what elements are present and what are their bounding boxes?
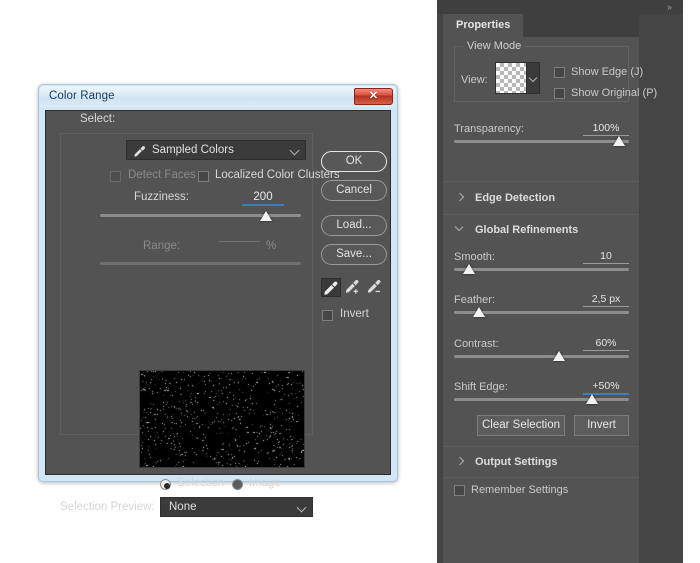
smooth-slider-track[interactable]	[454, 268, 629, 271]
feather-slider-thumb[interactable]	[473, 307, 485, 317]
shift-edge-slider-thumb[interactable]	[586, 394, 598, 404]
smooth-slider-thumb[interactable]	[463, 264, 475, 274]
view-dropdown-button[interactable]	[527, 62, 540, 94]
invert-checkbox[interactable]	[322, 310, 333, 321]
selection-preview-thumbnail[interactable]	[139, 370, 305, 468]
chevron-down-icon	[296, 502, 307, 513]
chevron-down-icon	[289, 145, 300, 156]
dialog-body: Select: Sampled Colors Detect Faces Loca…	[45, 110, 391, 517]
detect-faces-checkbox	[110, 171, 121, 182]
range-unit-label: %	[266, 240, 277, 252]
view-label: View:	[461, 74, 488, 86]
selection-preview-value: None	[169, 501, 197, 513]
transparency-label: Transparency:	[454, 123, 524, 135]
edge-detection-title[interactable]: Edge Detection	[475, 192, 555, 204]
smooth-label: Smooth:	[454, 251, 495, 263]
preview-mode-selection-radio[interactable]	[160, 479, 171, 490]
collapse-panels-icon[interactable]: »	[667, 3, 672, 12]
edge-detection-disclosure-icon[interactable]	[455, 192, 465, 202]
select-label: Select:	[80, 113, 116, 125]
color-range-dialog: Color Range ✕ Select: Sampled Colors Det…	[38, 84, 398, 517]
save-button[interactable]: Save...	[321, 244, 387, 265]
contrast-label: Contrast:	[454, 338, 499, 350]
select-dropdown[interactable]: Sampled Colors	[126, 140, 306, 160]
eyedropper-icon	[324, 281, 338, 295]
contrast-value[interactable]: 60%	[583, 337, 629, 351]
global-refinements-title[interactable]: Global Refinements	[475, 224, 578, 236]
dialog-title: Color Range	[49, 90, 115, 102]
ok-button[interactable]: OK	[321, 151, 387, 172]
show-edge-label: Show Edge (J)	[571, 66, 644, 78]
show-original-checkbox[interactable]	[554, 88, 565, 99]
panel-tabstrip: Properties	[443, 14, 639, 37]
tab-properties[interactable]: Properties	[443, 14, 524, 37]
cancel-button[interactable]: Cancel	[321, 180, 387, 201]
contrast-slider-thumb[interactable]	[553, 351, 565, 361]
localized-color-clusters-label: Localized Color Clusters	[215, 169, 340, 181]
shift-edge-slider-track[interactable]	[454, 398, 629, 401]
preview-mode-image-label: Image	[249, 477, 281, 489]
eyedropper-icon	[134, 146, 146, 157]
shift-edge-value[interactable]: +50%	[583, 380, 629, 395]
selection-preview-label: Selection Preview:	[60, 501, 155, 513]
properties-panel: » Properties View Mode View: Show Edge (…	[437, 0, 683, 563]
shift-edge-label: Shift Edge:	[454, 381, 508, 393]
screen-root: Color Range ✕ Select: Sampled Colors Det…	[0, 0, 700, 563]
divider	[443, 181, 639, 182]
eyedropper-plus-icon	[345, 279, 359, 294]
remember-settings-checkbox[interactable]	[454, 485, 465, 496]
output-settings-disclosure-icon[interactable]	[455, 456, 465, 466]
invert-label: Invert	[340, 308, 369, 320]
divider	[443, 214, 639, 215]
localized-color-clusters-checkbox[interactable]	[198, 171, 209, 182]
detect-faces-label: Detect Faces	[128, 169, 196, 181]
contrast-slider-track[interactable]	[454, 355, 629, 358]
divider	[443, 477, 639, 478]
transparency-slider-thumb[interactable]	[613, 136, 625, 146]
show-edge-checkbox[interactable]	[554, 67, 565, 78]
eyedropper-minus-icon	[367, 279, 381, 293]
feather-label: Feather:	[454, 294, 495, 306]
preview-mode-selection-label: Selection	[177, 477, 225, 489]
output-settings-title[interactable]: Output Settings	[475, 456, 558, 468]
remember-settings-label: Remember Settings	[471, 484, 569, 496]
view-swatch[interactable]	[495, 62, 527, 94]
clear-selection-button[interactable]: Clear Selection	[477, 415, 565, 436]
global-refinements-disclosure-icon[interactable]	[454, 222, 464, 232]
range-label: Range:	[143, 240, 181, 252]
eyedropper-subtract-tool[interactable]	[365, 278, 385, 297]
selection-preview-dropdown[interactable]: None	[160, 497, 313, 517]
load-button[interactable]: Load...	[321, 215, 387, 236]
panel-topbar: »	[437, 0, 683, 14]
feather-value[interactable]: 2,5 px	[583, 293, 629, 307]
preview-mode-image-radio[interactable]	[232, 479, 243, 490]
eyedropper-add-tool[interactable]	[343, 278, 363, 297]
dialog-titlebar[interactable]: Color Range ✕	[40, 86, 396, 107]
show-original-label: Show Original (P)	[571, 87, 658, 99]
range-value	[218, 240, 260, 242]
fuzziness-value[interactable]: 200	[242, 191, 284, 206]
close-icon[interactable]: ✕	[354, 88, 393, 105]
view-mode-group-title: View Mode	[463, 40, 526, 52]
eyedropper-tool[interactable]	[321, 278, 341, 297]
fuzziness-label: Fuzziness:	[134, 191, 189, 203]
chevron-down-icon	[528, 73, 538, 83]
transparency-value[interactable]: 100%	[583, 122, 629, 136]
smooth-value[interactable]: 10	[583, 250, 629, 264]
panel-invert-button[interactable]: Invert	[574, 415, 629, 436]
transparency-slider-track[interactable]	[454, 140, 629, 143]
divider	[443, 446, 639, 447]
panel-inner: Properties View Mode View: Show Edge (J)…	[443, 14, 657, 563]
fuzziness-slider-thumb[interactable]	[260, 211, 272, 221]
range-slider-track	[100, 262, 301, 265]
select-dropdown-value: Sampled Colors	[152, 144, 234, 156]
